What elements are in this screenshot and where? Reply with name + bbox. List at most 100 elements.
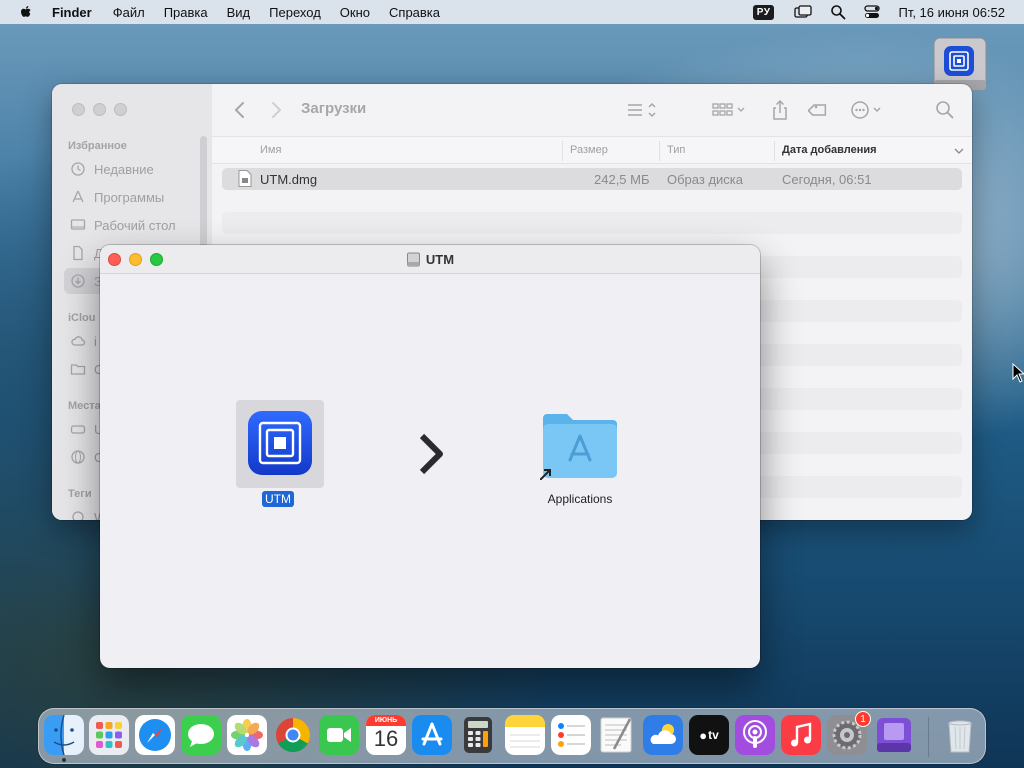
back-button[interactable] [232, 98, 248, 122]
column-kind[interactable]: Тип [667, 144, 685, 156]
dock-reminders[interactable] [551, 715, 591, 755]
document-icon [73, 245, 83, 261]
menu-edit[interactable]: Правка [164, 5, 208, 20]
finder-icon [44, 715, 84, 755]
dock-calculator[interactable] [458, 715, 498, 755]
spotlight-search-icon[interactable] [830, 4, 846, 20]
settings-notification-badge: 1 [855, 711, 871, 727]
column-date-added[interactable]: Дата добавления [782, 144, 877, 156]
file-date-added: Сегодня, 06:51 [782, 172, 872, 187]
search-icon [936, 101, 954, 119]
grid-icon [712, 103, 745, 116]
forward-button[interactable] [268, 98, 284, 122]
menu-file[interactable]: Файл [113, 5, 145, 20]
tags-button[interactable] [808, 98, 830, 122]
dock-app-store[interactable] [412, 715, 452, 755]
dock-chrome[interactable] [273, 715, 313, 755]
sidebar-heading-tags: Теги [68, 488, 92, 500]
sidebar-heading-icloud: iClou [68, 312, 96, 324]
sidebar-item-applications[interactable]: Программы [64, 184, 204, 210]
menu-finder[interactable]: Finder [52, 5, 92, 20]
group-button[interactable] [710, 98, 750, 122]
column-name[interactable]: Имя [260, 144, 281, 156]
sidebar-item-recents[interactable]: Недавние [64, 156, 204, 182]
window-titlebar[interactable]: UTM [100, 245, 760, 274]
menu-view[interactable]: Вид [227, 5, 251, 20]
clock-icon [71, 162, 85, 176]
column-divider[interactable] [659, 141, 660, 161]
utm-installer-window: UTM UTM Applications [100, 245, 760, 668]
close-button[interactable] [72, 103, 85, 116]
launchpad-icon [89, 715, 129, 755]
dock-calendar[interactable]: ИЮНЬ 16 [366, 715, 406, 755]
safari-icon [135, 715, 175, 755]
search-button[interactable] [934, 98, 956, 122]
chrome-icon [276, 718, 310, 752]
dock-weather[interactable] [643, 715, 683, 755]
dock-photos[interactable] [227, 715, 267, 755]
dock-music[interactable] [781, 715, 821, 755]
utm-disk-icon [877, 718, 911, 752]
menu-bar: Finder Файл Правка Вид Переход Окно Спра… [0, 0, 1024, 24]
trash-icon [948, 720, 972, 753]
desktop-icon [70, 219, 86, 230]
inactive-window-controls [72, 103, 127, 116]
network-icon [71, 450, 85, 464]
music-icon [781, 715, 821, 755]
dock-messages[interactable] [181, 715, 221, 755]
input-source-badge[interactable]: РУ [752, 4, 775, 20]
file-name: UTM.dmg [260, 172, 318, 187]
disk-image-file-icon [238, 170, 252, 187]
cloud-icon [71, 336, 86, 346]
applications-folder-icon[interactable] [540, 408, 620, 480]
view-mode-button[interactable] [622, 98, 660, 122]
chevron-right-arrow-icon [419, 433, 443, 475]
tv-label: tv [708, 728, 719, 742]
sidebar-item-label: Недавние [94, 161, 154, 177]
dock-facetime[interactable] [319, 715, 359, 755]
window-title-text: UTM [425, 252, 455, 267]
menu-go[interactable]: Переход [269, 5, 321, 20]
shared-folder-icon [70, 364, 86, 375]
screen-mirroring-icon[interactable] [794, 5, 813, 19]
dock-apple-tv[interactable]: ● tv [689, 715, 729, 755]
apps-icon [72, 190, 84, 203]
mouse-cursor-icon [1012, 363, 1024, 383]
dock: ИЮНЬ 16 ● tv 1 [38, 708, 986, 764]
chevron-right-icon [272, 102, 282, 118]
zoom-button[interactable] [114, 103, 127, 116]
minimize-button[interactable] [93, 103, 106, 116]
column-size[interactable]: Размер [570, 144, 608, 156]
ellipsis-circle-icon [851, 101, 881, 119]
utm-app-label[interactable]: UTM [262, 491, 294, 507]
menu-window[interactable]: Окно [340, 5, 370, 20]
dock-safari[interactable] [135, 715, 175, 755]
sidebar-item-label: i [94, 333, 97, 349]
menubar-clock[interactable]: Пт, 16 июня 06:52 [898, 5, 1005, 20]
sidebar-item-label: Рабочий стол [94, 217, 176, 233]
share-button[interactable] [770, 98, 790, 122]
dock-trash[interactable] [940, 715, 980, 755]
dock-podcasts[interactable] [735, 715, 775, 755]
more-actions-button[interactable] [848, 98, 888, 122]
empty-row [222, 212, 962, 234]
apple-glyph-icon: ● [699, 727, 708, 743]
running-indicator [62, 758, 66, 762]
column-divider[interactable] [774, 141, 775, 161]
dock-utm-disk[interactable] [874, 715, 914, 755]
menu-help[interactable]: Справка [389, 5, 440, 20]
column-divider[interactable] [562, 141, 563, 161]
control-center-icon[interactable] [864, 4, 881, 20]
messages-icon [181, 715, 221, 755]
notes-icon [505, 715, 545, 755]
sort-chevron-down-icon[interactable] [954, 147, 964, 155]
dock-finder[interactable] [44, 715, 84, 755]
utm-app-icon[interactable] [247, 410, 313, 476]
dock-launchpad[interactable] [89, 715, 129, 755]
dock-textedit[interactable] [597, 715, 637, 755]
table-row[interactable]: UTM.dmg 242,5 МБ Образ диска Сегодня, 06… [222, 168, 962, 190]
apple-logo-icon[interactable] [18, 4, 34, 20]
empty-row [222, 190, 962, 212]
dock-notes[interactable] [505, 715, 545, 755]
sidebar-item-desktop[interactable]: Рабочий стол [64, 212, 204, 238]
